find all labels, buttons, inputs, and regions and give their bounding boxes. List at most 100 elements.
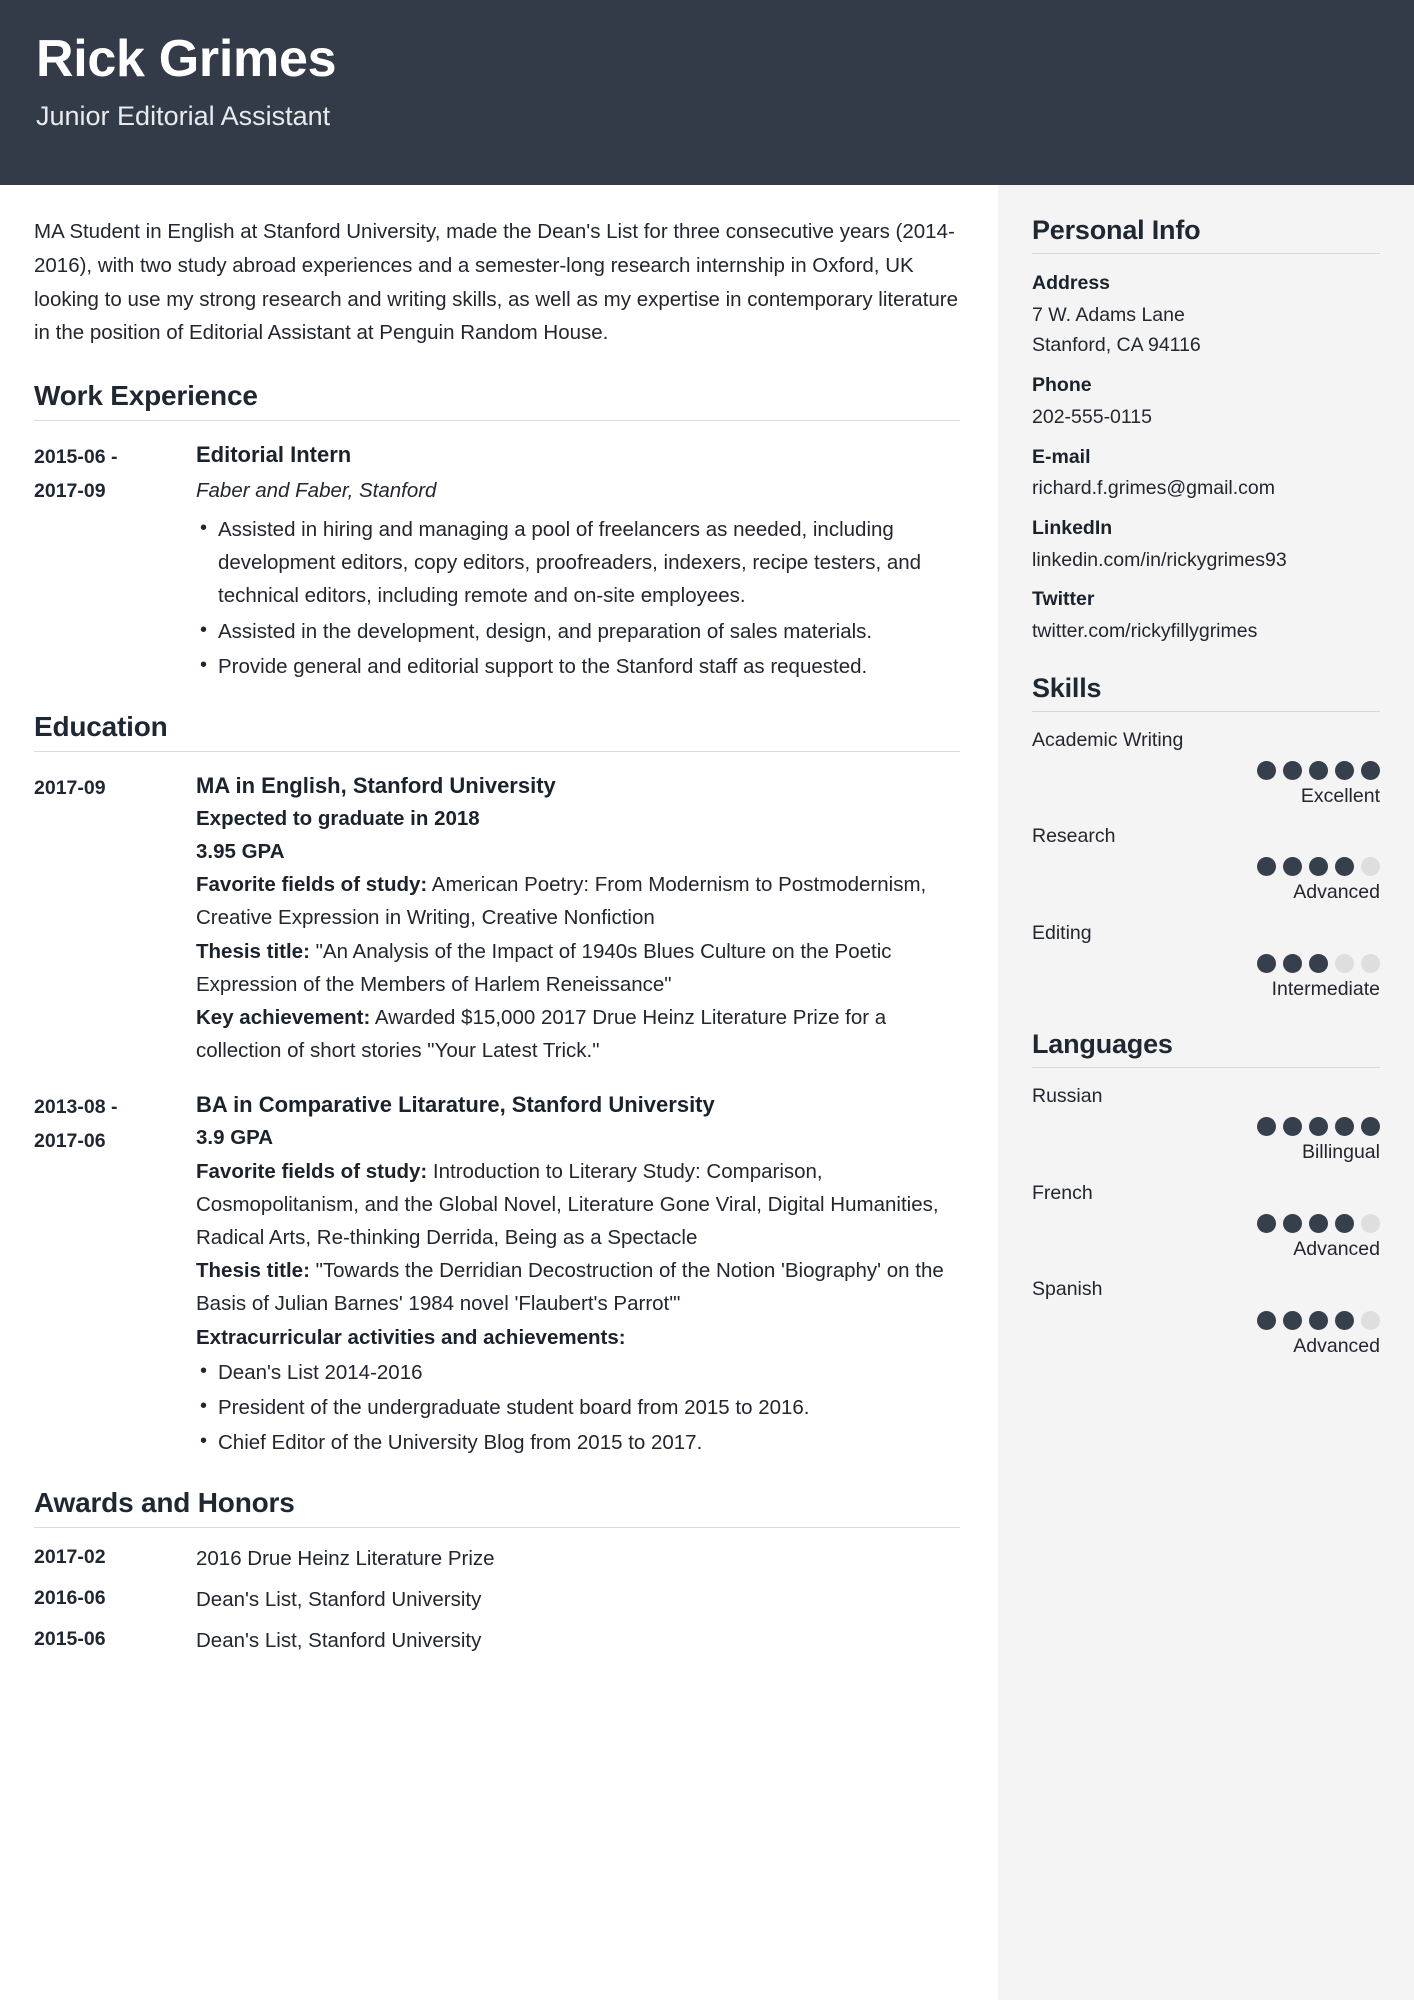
info-value: Stanford, CA 94116 (1032, 334, 1201, 357)
dot-filled-icon (1283, 1213, 1302, 1233)
language-level: Advanced (1293, 1237, 1380, 1260)
personal-info-heading: Personal Info (1032, 215, 1380, 254)
skill-level: Excellent (1300, 784, 1380, 807)
personal-info-list: Address 7 W. Adams Lane Stanford, CA 94116… (1032, 268, 1380, 647)
work-entry-role: Editorial Intern (196, 442, 352, 468)
bullet-item: Dean's List 2014-2016 (196, 1355, 960, 1389)
award-text: 2016 Drue Heinz Literature Prize (196, 1547, 495, 1571)
dot-filled-icon (1283, 1117, 1302, 1137)
awards-heading: Awards and Honors (34, 1487, 960, 1529)
award-date: 2016-06 (34, 1587, 106, 1610)
candidate-name: Rick Grimes (36, 30, 337, 88)
bullet-item: Assisted in hiring and managing a pool o… (196, 512, 960, 613)
education-bullets: Dean's List 2014-2016President of the un… (196, 1355, 960, 1460)
work-entry-body: Editorial Intern Faber and Faber, Stanfor… (196, 439, 960, 685)
skill-name: Editing (1032, 921, 1092, 944)
awards-list: 2017-02 2016 Drue Heinz Literature Prize 2… (34, 1546, 960, 1654)
sidebar-column: Personal Info Address 7 W. Adams Lane Stan… (998, 185, 1414, 2000)
award-text: Dean's List, Stanford University (196, 1588, 482, 1612)
language-item: Russian Billingual (1032, 1082, 1380, 1167)
education-bullets-heading: Extracurricular activities and achieveme… (196, 1325, 626, 1349)
dot-filled-icon (1257, 857, 1276, 877)
date-line: 2017-06 (34, 1130, 106, 1152)
language-dots (1032, 1213, 1380, 1233)
date-line: 2015-06 - (34, 446, 118, 469)
dot-filled-icon (1309, 760, 1328, 780)
education-entry-body: BA in Comparative Litarature, Stanford U… (196, 1089, 960, 1461)
info-value: richard.f.grimes@gmail.com (1032, 477, 1276, 500)
work-experience-heading: Work Experience (34, 380, 960, 422)
detail-label: Thesis title: (196, 939, 310, 963)
detail-label: Favorite fields of study: (196, 1159, 428, 1183)
skill-item: Academic Writing Excellent (1032, 726, 1380, 811)
award-date: 2017-02 (34, 1546, 106, 1569)
skill-name: Research (1032, 825, 1116, 848)
skill-dots (1032, 857, 1380, 877)
education-detail-line: Key achievement: Awarded $15,000 2017 Dr… (196, 1006, 887, 1063)
dot-filled-icon (1257, 760, 1276, 780)
detail-label: Thesis title: (196, 1259, 310, 1283)
skills-heading: Skills (1032, 673, 1380, 712)
dot-filled-icon (1309, 953, 1328, 973)
bullet-item: Chief Editor of the University Blog from… (196, 1425, 960, 1459)
dot-filled-icon (1309, 1213, 1328, 1233)
dot-filled-icon (1335, 1310, 1354, 1330)
dot-filled-icon (1283, 953, 1302, 973)
dot-filled-icon (1361, 760, 1380, 780)
work-entry-date: 2015-06 - 2017-09 (34, 439, 196, 685)
award-text: Dean's List, Stanford University (196, 1628, 482, 1652)
work-entry-company: Faber and Faber, Stanford (196, 479, 437, 503)
skill-item: Editing Intermediate (1032, 919, 1380, 1004)
info-value: linkedin.com/in/rickygrimes93 (1032, 548, 1287, 571)
info-label: Address (1032, 272, 1111, 294)
date-line: 2017-09 (34, 479, 106, 502)
education-entry: 2017-09 MA in English, Stanford Universit… (34, 770, 960, 1068)
education-detail-line: Thesis title: "An Analysis of the Impact… (196, 939, 892, 996)
work-entry: 2015-06 - 2017-09 Editorial Intern Faber an… (34, 439, 960, 685)
dot-filled-icon (1361, 1117, 1380, 1137)
dot-filled-icon (1335, 1213, 1354, 1233)
language-level: Advanced (1293, 1334, 1380, 1357)
dot-filled-icon (1335, 1117, 1354, 1137)
resume-page: Rick Grimes Junior Editorial Assistant M… (0, 0, 1414, 2000)
language-name: French (1032, 1181, 1093, 1204)
bullet-item: Provide general and editorial support to… (196, 649, 960, 683)
info-label: LinkedIn (1032, 516, 1113, 539)
dot-empty-icon (1361, 1213, 1380, 1233)
education-detail-line: Favorite fields of study: American Poetr… (196, 873, 927, 930)
education-entry-degree: BA in Comparative Litarature, Stanford U… (196, 1092, 715, 1118)
dot-filled-icon (1257, 1117, 1276, 1137)
dot-filled-icon (1309, 857, 1328, 877)
info-label: Twitter (1032, 588, 1095, 611)
skill-dots (1032, 953, 1380, 973)
summary-paragraph: MA Student in English at Stanford Univer… (34, 220, 959, 345)
dot-filled-icon (1335, 760, 1354, 780)
dot-filled-icon (1257, 953, 1276, 973)
education-detail-line: Thesis title: "Towards the Derridian Dec… (196, 1259, 944, 1316)
languages-list: Russian Billingual French Advanced Spanish Ad… (1032, 1082, 1380, 1360)
skill-level: Intermediate (1271, 977, 1380, 1000)
education-list: 2017-09 MA in English, Stanford Universit… (34, 770, 960, 1461)
dot-empty-icon (1335, 953, 1354, 973)
dot-filled-icon (1335, 857, 1354, 877)
main-column: MA Student in English at Stanford Univer… (0, 185, 998, 2000)
language-name: Spanish (1032, 1278, 1103, 1301)
award-row: 2016-06 Dean's List, Stanford University (34, 1587, 960, 1614)
candidate-job-title: Junior Editorial Assistant (36, 101, 331, 132)
detail-label: Favorite fields of study: (196, 873, 428, 897)
info-value: twitter.com/rickyfillygrimes (1032, 619, 1258, 642)
info-value: 7 W. Adams Lane (1032, 303, 1185, 326)
education-entry-date: 2013-08 - 2017-06 (34, 1089, 196, 1461)
language-item: Spanish Advanced (1032, 1275, 1380, 1360)
skill-name: Academic Writing (1032, 728, 1184, 751)
skill-level: Advanced (1293, 881, 1380, 904)
dot-empty-icon (1361, 1310, 1380, 1330)
skill-item: Research Advanced (1032, 822, 1380, 907)
info-label: E-mail (1032, 445, 1091, 468)
education-entry-body: MA in English, Stanford University Expect… (196, 770, 960, 1068)
dot-empty-icon (1361, 857, 1380, 877)
info-value: 202-555-0115 (1032, 405, 1152, 428)
languages-heading: Languages (1032, 1029, 1380, 1069)
dot-filled-icon (1283, 760, 1302, 780)
dot-filled-icon (1283, 1310, 1302, 1330)
